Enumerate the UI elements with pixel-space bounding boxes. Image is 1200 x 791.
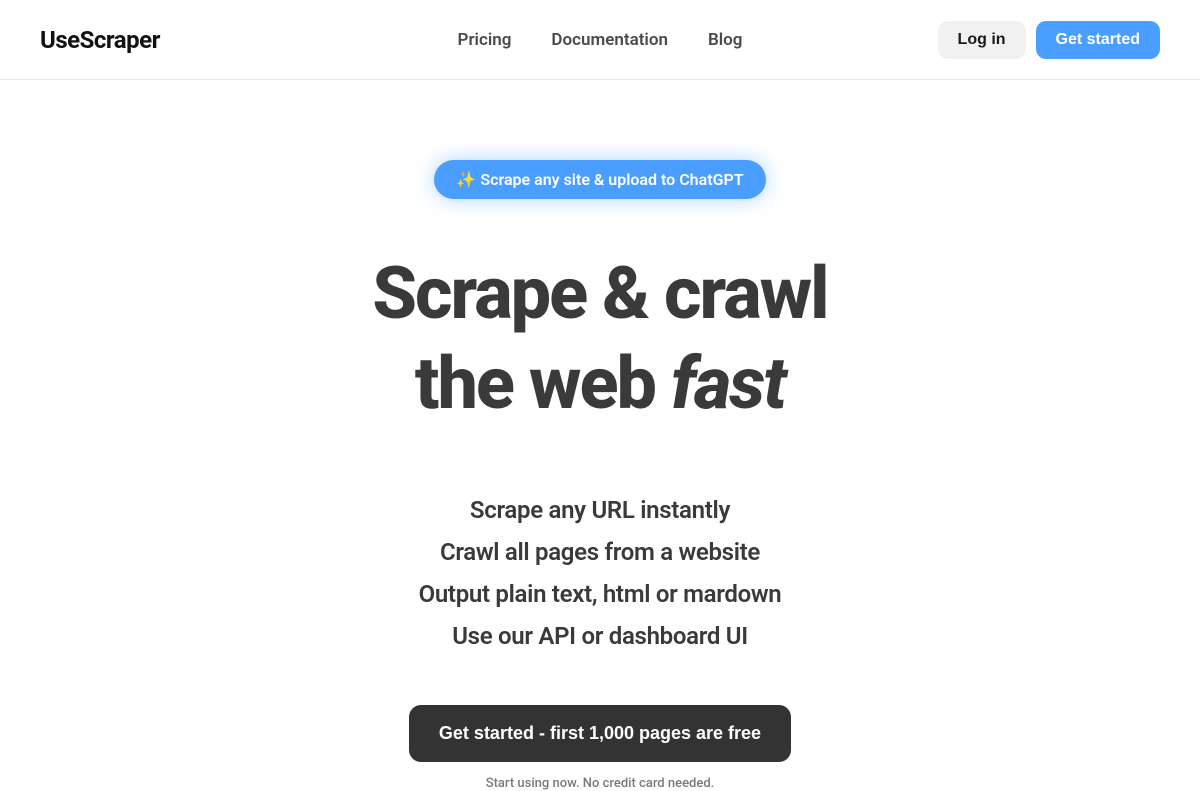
- get-started-button[interactable]: Get started: [1036, 21, 1160, 59]
- promo-pill-text: Scrape any site & upload to ChatGPT: [480, 170, 743, 189]
- feature-item: Output plain text, html or mardown: [0, 573, 1200, 615]
- cta-button[interactable]: Get started - first 1,000 pages are free: [409, 705, 791, 762]
- cta-subnote: Start using now. No credit card needed.: [0, 776, 1200, 791]
- feature-item: Crawl all pages from a website: [0, 531, 1200, 573]
- headline-line2-pre: the web: [415, 341, 671, 426]
- feature-item: Use our API or dashboard UI: [0, 615, 1200, 657]
- headline-line2-italic: fast: [671, 341, 785, 426]
- feature-list: Scrape any URL instantly Crawl all pages…: [0, 489, 1200, 657]
- feature-item: Scrape any URL instantly: [0, 489, 1200, 531]
- nav-documentation[interactable]: Documentation: [551, 30, 668, 50]
- site-header: UseScraper Pricing Documentation Blog Lo…: [0, 0, 1200, 80]
- logo[interactable]: UseScraper: [40, 26, 160, 54]
- login-button[interactable]: Log in: [938, 21, 1026, 59]
- hero-headline: Scrape & crawl the web fast: [0, 249, 1200, 429]
- promo-pill[interactable]: ✨Scrape any site & upload to ChatGPT: [434, 160, 765, 199]
- sparkle-icon: ✨: [456, 170, 476, 189]
- headline-line1: Scrape & crawl: [372, 251, 827, 336]
- hero-section: ✨Scrape any site & upload to ChatGPT Scr…: [0, 80, 1200, 791]
- main-nav: Pricing Documentation Blog: [458, 30, 743, 50]
- nav-pricing[interactable]: Pricing: [458, 30, 512, 50]
- nav-blog[interactable]: Blog: [708, 30, 743, 50]
- header-actions: Log in Get started: [938, 21, 1160, 59]
